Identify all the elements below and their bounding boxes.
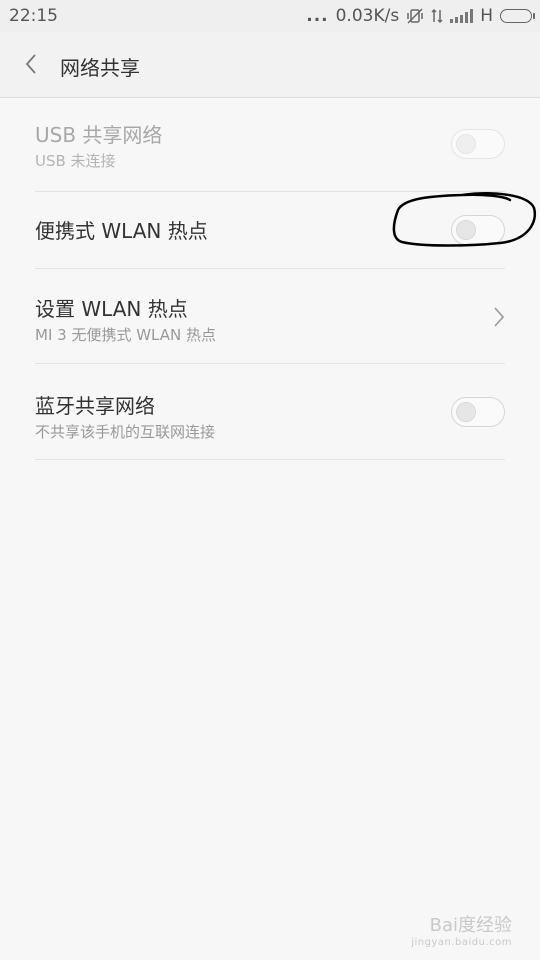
more-dots-icon: ...	[306, 6, 329, 26]
chevron-left-icon[interactable]	[22, 52, 42, 76]
bluetooth-tethering-subtitle: 不共享该手机的互联网连接	[35, 423, 216, 441]
toggle-knob	[456, 134, 476, 154]
data-transfer-icon	[431, 8, 443, 24]
bluetooth-tethering-row[interactable]: 蓝牙共享网络 不共享该手机的互联网连接	[35, 364, 505, 460]
usb-tethering-subtitle: USB 未连接	[35, 152, 116, 170]
vibrate-off-icon	[407, 8, 423, 24]
app-header: 网络共享	[0, 32, 540, 98]
watermark-url: jingyan.baidu.com	[411, 937, 512, 948]
toggle-knob	[456, 402, 476, 422]
wlan-settings-subtitle: MI 3 无便携式 WLAN 热点	[35, 326, 216, 344]
wlan-hotspot-row[interactable]: 便携式 WLAN 热点	[35, 192, 505, 269]
network-type: H	[480, 6, 493, 26]
usb-tethering-toggle[interactable]	[451, 129, 505, 159]
wlan-hotspot-toggle[interactable]	[451, 215, 505, 245]
status-time: 22:15	[9, 6, 58, 26]
bluetooth-tethering-title: 蓝牙共享网络	[35, 394, 155, 418]
settings-list: USB 共享网络 USB 未连接 便携式 WLAN 热点 设置 WLAN 热点 …	[35, 98, 505, 460]
network-speed: 0.03K/s	[335, 6, 400, 26]
wlan-hotspot-settings-row[interactable]: 设置 WLAN 热点 MI 3 无便携式 WLAN 热点	[35, 269, 505, 364]
status-icons: ... 0.03K/s H	[306, 6, 535, 26]
page-title: 网络共享	[60, 56, 140, 80]
battery-icon	[500, 9, 535, 23]
watermark-brand: Bai度经验	[429, 915, 512, 936]
chevron-right-icon	[494, 307, 505, 327]
usb-tethering-title: USB 共享网络	[35, 123, 163, 147]
toggle-knob	[456, 220, 476, 240]
bluetooth-tethering-toggle[interactable]	[451, 397, 505, 427]
wlan-settings-title: 设置 WLAN 热点	[35, 297, 188, 321]
status-bar: 22:15 ... 0.03K/s H	[0, 0, 540, 32]
watermark: Bai度经验 jingyan.baidu.com	[411, 911, 512, 948]
usb-tethering-row[interactable]: USB 共享网络 USB 未连接	[35, 98, 505, 192]
wlan-hotspot-title: 便携式 WLAN 热点	[35, 219, 208, 243]
signal-icon	[450, 9, 474, 23]
